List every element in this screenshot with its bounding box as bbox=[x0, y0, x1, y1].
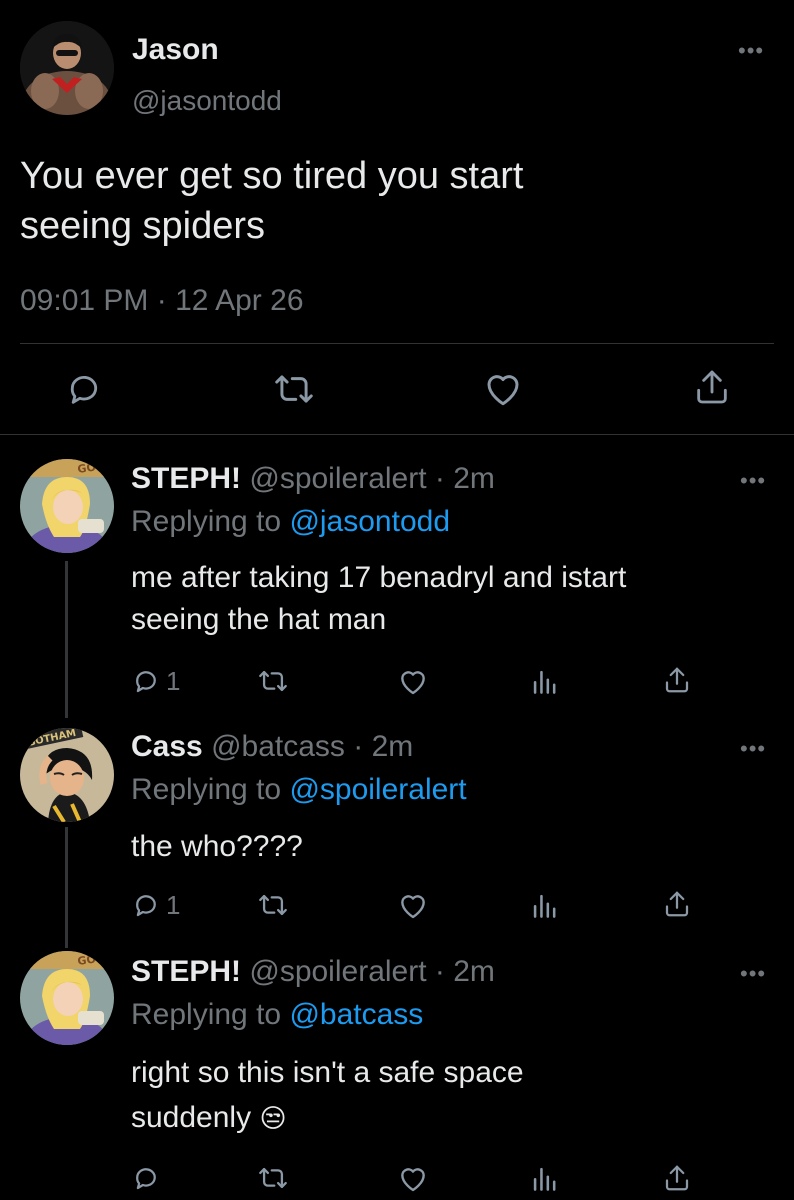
reply-text-line: right so this isn't a safe space bbox=[131, 1056, 524, 1089]
thread-line bbox=[65, 827, 68, 948]
more-options-icon[interactable]: ••• bbox=[740, 963, 766, 985]
analytics-icon[interactable] bbox=[531, 1164, 557, 1192]
reply-header: Cass @batcass · 2m bbox=[131, 730, 413, 764]
tweet-timestamp[interactable]: 09:01 PM · 12 Apr 26 bbox=[20, 284, 304, 318]
avatar-sign-text: GOTHAM bbox=[77, 951, 114, 968]
replying-to-link[interactable]: @batcass bbox=[289, 998, 423, 1031]
reply-icon[interactable] bbox=[131, 666, 161, 696]
share-icon[interactable] bbox=[662, 888, 692, 920]
reply-handle-time[interactable]: @spoileralert · 2m bbox=[249, 955, 495, 988]
reply-text-line: seeing the hat man bbox=[131, 603, 387, 636]
more-options-icon[interactable]: ••• bbox=[738, 40, 764, 62]
reply-count: 1 bbox=[166, 890, 181, 920]
replying-to-label: Replying to bbox=[131, 505, 282, 538]
avatar-sign-text: GOTHAM bbox=[77, 459, 114, 476]
reply-author-name[interactable]: Cass bbox=[131, 730, 203, 763]
thread-line bbox=[65, 561, 68, 718]
author-name[interactable]: Jason bbox=[132, 33, 219, 67]
reply-header: STEPH! @spoileralert · 2m bbox=[131, 462, 495, 496]
retweet-icon[interactable] bbox=[257, 1164, 289, 1192]
share-icon[interactable] bbox=[662, 1162, 692, 1194]
like-icon[interactable] bbox=[397, 666, 429, 696]
retweet-icon[interactable] bbox=[257, 891, 289, 919]
author-handle[interactable]: @jasontodd bbox=[132, 85, 282, 117]
divider bbox=[20, 343, 774, 344]
reply-text: me after taking 17 benadryl and istart s… bbox=[131, 557, 626, 641]
reply-icon[interactable] bbox=[131, 1163, 161, 1193]
like-icon[interactable] bbox=[482, 368, 524, 408]
more-options-icon[interactable]: ••• bbox=[740, 738, 766, 760]
reply-text: the who???? bbox=[131, 826, 303, 868]
reply-handle-time[interactable]: @batcass · 2m bbox=[211, 730, 413, 763]
replying-to-link[interactable]: @jasontodd bbox=[289, 505, 450, 538]
unamused-face-emoji: 😒 bbox=[259, 1103, 287, 1133]
like-icon[interactable] bbox=[397, 1163, 429, 1193]
reply-text-line: me after taking 17 benadryl and istart bbox=[131, 561, 627, 594]
divider bbox=[0, 434, 794, 435]
reply-text-word: suddenly bbox=[131, 1101, 252, 1134]
replying-to-line: Replying to @jasontodd bbox=[131, 505, 450, 539]
reply-text-line: suddenly 😒 bbox=[131, 1095, 524, 1141]
tweet-text-line: You ever get so tired you start bbox=[20, 155, 524, 197]
analytics-icon[interactable] bbox=[531, 891, 557, 919]
reply-icon[interactable] bbox=[131, 890, 161, 920]
reply-count: 1 bbox=[166, 666, 181, 696]
replying-to-line: Replying to @spoileralert bbox=[131, 773, 467, 807]
reply-icon[interactable] bbox=[64, 369, 104, 409]
reply-author-name[interactable]: STEPH! bbox=[131, 462, 241, 495]
replying-to-link[interactable]: @spoileralert bbox=[289, 773, 466, 806]
replying-to-label: Replying to bbox=[131, 998, 282, 1031]
share-icon[interactable] bbox=[692, 366, 732, 408]
tweet-text-line: seeing spiders bbox=[20, 205, 266, 247]
reply-text: right so this isn't a safe space suddenl… bbox=[131, 1050, 524, 1141]
reply-header: STEPH! @spoileralert · 2m bbox=[131, 955, 495, 989]
replying-to-label: Replying to bbox=[131, 773, 282, 806]
more-options-icon[interactable]: ••• bbox=[740, 470, 766, 492]
reply-author-name[interactable]: STEPH! bbox=[131, 955, 241, 988]
replying-to-line: Replying to @batcass bbox=[131, 998, 423, 1032]
reply-text-line: the who???? bbox=[131, 830, 303, 863]
like-icon[interactable] bbox=[397, 890, 429, 920]
avatar-jason[interactable] bbox=[20, 21, 114, 115]
share-icon[interactable] bbox=[662, 664, 692, 696]
avatar-steph[interactable]: GOTHAM bbox=[20, 951, 114, 1045]
avatar-steph[interactable]: GOTHAM bbox=[20, 459, 114, 553]
avatar-cass[interactable]: GOTHAM bbox=[20, 728, 114, 822]
tweet-text: You ever get so tired you start seeing s… bbox=[20, 151, 523, 251]
reply-handle-time[interactable]: @spoileralert · 2m bbox=[249, 462, 495, 495]
retweet-icon[interactable] bbox=[257, 667, 289, 695]
retweet-icon[interactable] bbox=[273, 370, 315, 408]
analytics-icon[interactable] bbox=[531, 667, 557, 695]
